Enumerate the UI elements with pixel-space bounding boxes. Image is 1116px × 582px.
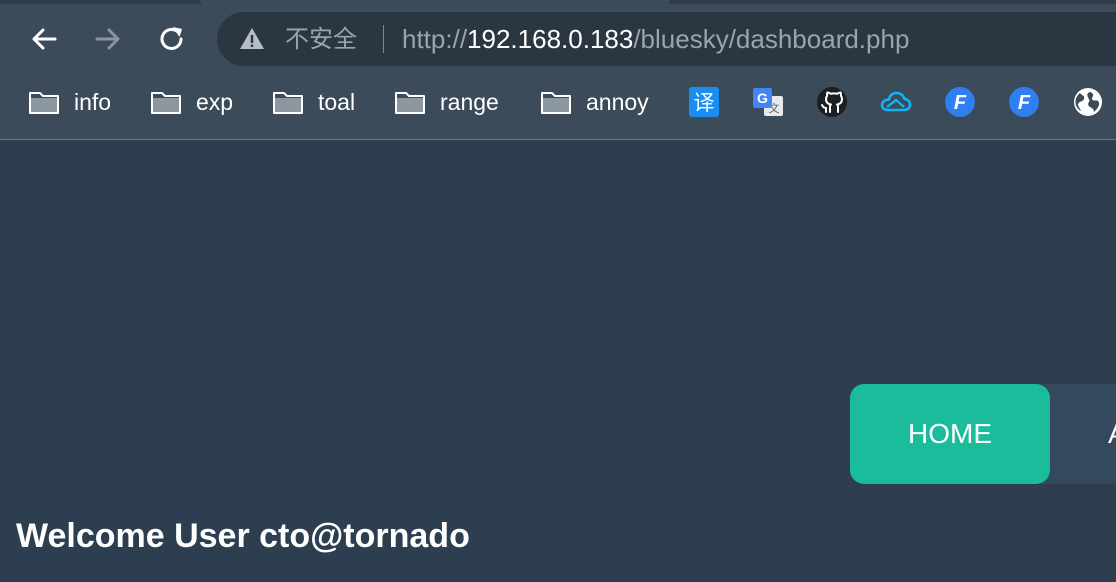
folder-icon bbox=[395, 92, 425, 114]
main-nav: HOME A bbox=[850, 384, 1116, 484]
url-path: /bluesky/dashboard.php bbox=[633, 24, 910, 54]
translate-extension[interactable]: 译 bbox=[688, 86, 720, 118]
folder-icon bbox=[541, 92, 571, 114]
welcome-message: Welcome User cto@tornado bbox=[16, 517, 470, 555]
bookmark-label: info bbox=[74, 89, 112, 115]
fofa-glyph: F bbox=[1018, 92, 1031, 114]
bookmark-annoy[interactable]: annoy bbox=[540, 86, 649, 118]
google-translate-extension[interactable]: 文 G bbox=[752, 86, 784, 118]
active-tab-edge[interactable] bbox=[200, 0, 670, 4]
bookmarks-bar: info exp toal range annoy 译 文 G F F bbox=[0, 78, 1116, 128]
google-translate-icon: 文 G bbox=[753, 88, 783, 116]
cloud-bookmark[interactable] bbox=[880, 86, 912, 118]
reload-button[interactable] bbox=[152, 19, 192, 59]
fofa-icon: F bbox=[945, 87, 975, 117]
tab-strip bbox=[0, 0, 1116, 4]
github-bookmark[interactable] bbox=[816, 86, 848, 118]
url-text[interactable]: http://192.168.0.183/bluesky/dashboard.p… bbox=[402, 24, 909, 54]
translate-glyph: 译 bbox=[694, 91, 715, 115]
fofa-bookmark-2[interactable]: F bbox=[1008, 86, 1040, 118]
cloud-icon bbox=[880, 91, 912, 112]
security-status-label[interactable]: 不安全 bbox=[285, 25, 357, 53]
address-divider bbox=[383, 25, 384, 53]
back-arrow-icon bbox=[32, 28, 57, 50]
nav-home-button[interactable]: HOME bbox=[850, 384, 1050, 484]
bookmark-range[interactable]: range bbox=[394, 86, 499, 118]
folder-icon bbox=[273, 92, 303, 114]
folder-icon bbox=[151, 92, 181, 114]
github-icon bbox=[817, 87, 847, 117]
bookmark-label: toal bbox=[318, 89, 356, 115]
url-host: 192.168.0.183 bbox=[467, 24, 634, 54]
bookmark-label: annoy bbox=[586, 89, 649, 115]
bookmark-toal[interactable]: toal bbox=[272, 86, 355, 118]
folder-icon bbox=[29, 92, 59, 114]
url-scheme: http:// bbox=[402, 24, 468, 54]
fofa-bookmark-1[interactable]: F bbox=[944, 86, 976, 118]
fofa-icon: F bbox=[1009, 87, 1039, 117]
page-content: HOME A Welcome User cto@tornado bbox=[0, 140, 1116, 582]
bookmark-exp[interactable]: exp bbox=[150, 86, 233, 118]
address-bar[interactable]: 不安全 http://192.168.0.183/bluesky/dashboa… bbox=[217, 12, 1116, 66]
warning-icon[interactable] bbox=[239, 26, 265, 52]
bookmark-label: exp bbox=[196, 89, 234, 115]
back-button[interactable] bbox=[24, 19, 64, 59]
navigation-row: 不安全 http://192.168.0.183/bluesky/dashboa… bbox=[0, 10, 1116, 68]
globe-icon bbox=[1074, 88, 1102, 116]
browser-chrome: 不安全 http://192.168.0.183/bluesky/dashboa… bbox=[0, 0, 1116, 140]
globe-bookmark[interactable] bbox=[1072, 86, 1104, 118]
nav-next-item[interactable]: A bbox=[1108, 384, 1116, 484]
bookmark-label: range bbox=[440, 89, 499, 115]
forward-arrow-icon bbox=[95, 28, 120, 50]
fofa-glyph: F bbox=[954, 92, 967, 114]
reload-icon bbox=[160, 27, 183, 50]
translate-zh-icon: 译 bbox=[689, 87, 719, 117]
bookmark-info[interactable]: info bbox=[28, 86, 111, 118]
g-glyph: G bbox=[757, 90, 768, 106]
forward-button[interactable] bbox=[88, 19, 128, 59]
